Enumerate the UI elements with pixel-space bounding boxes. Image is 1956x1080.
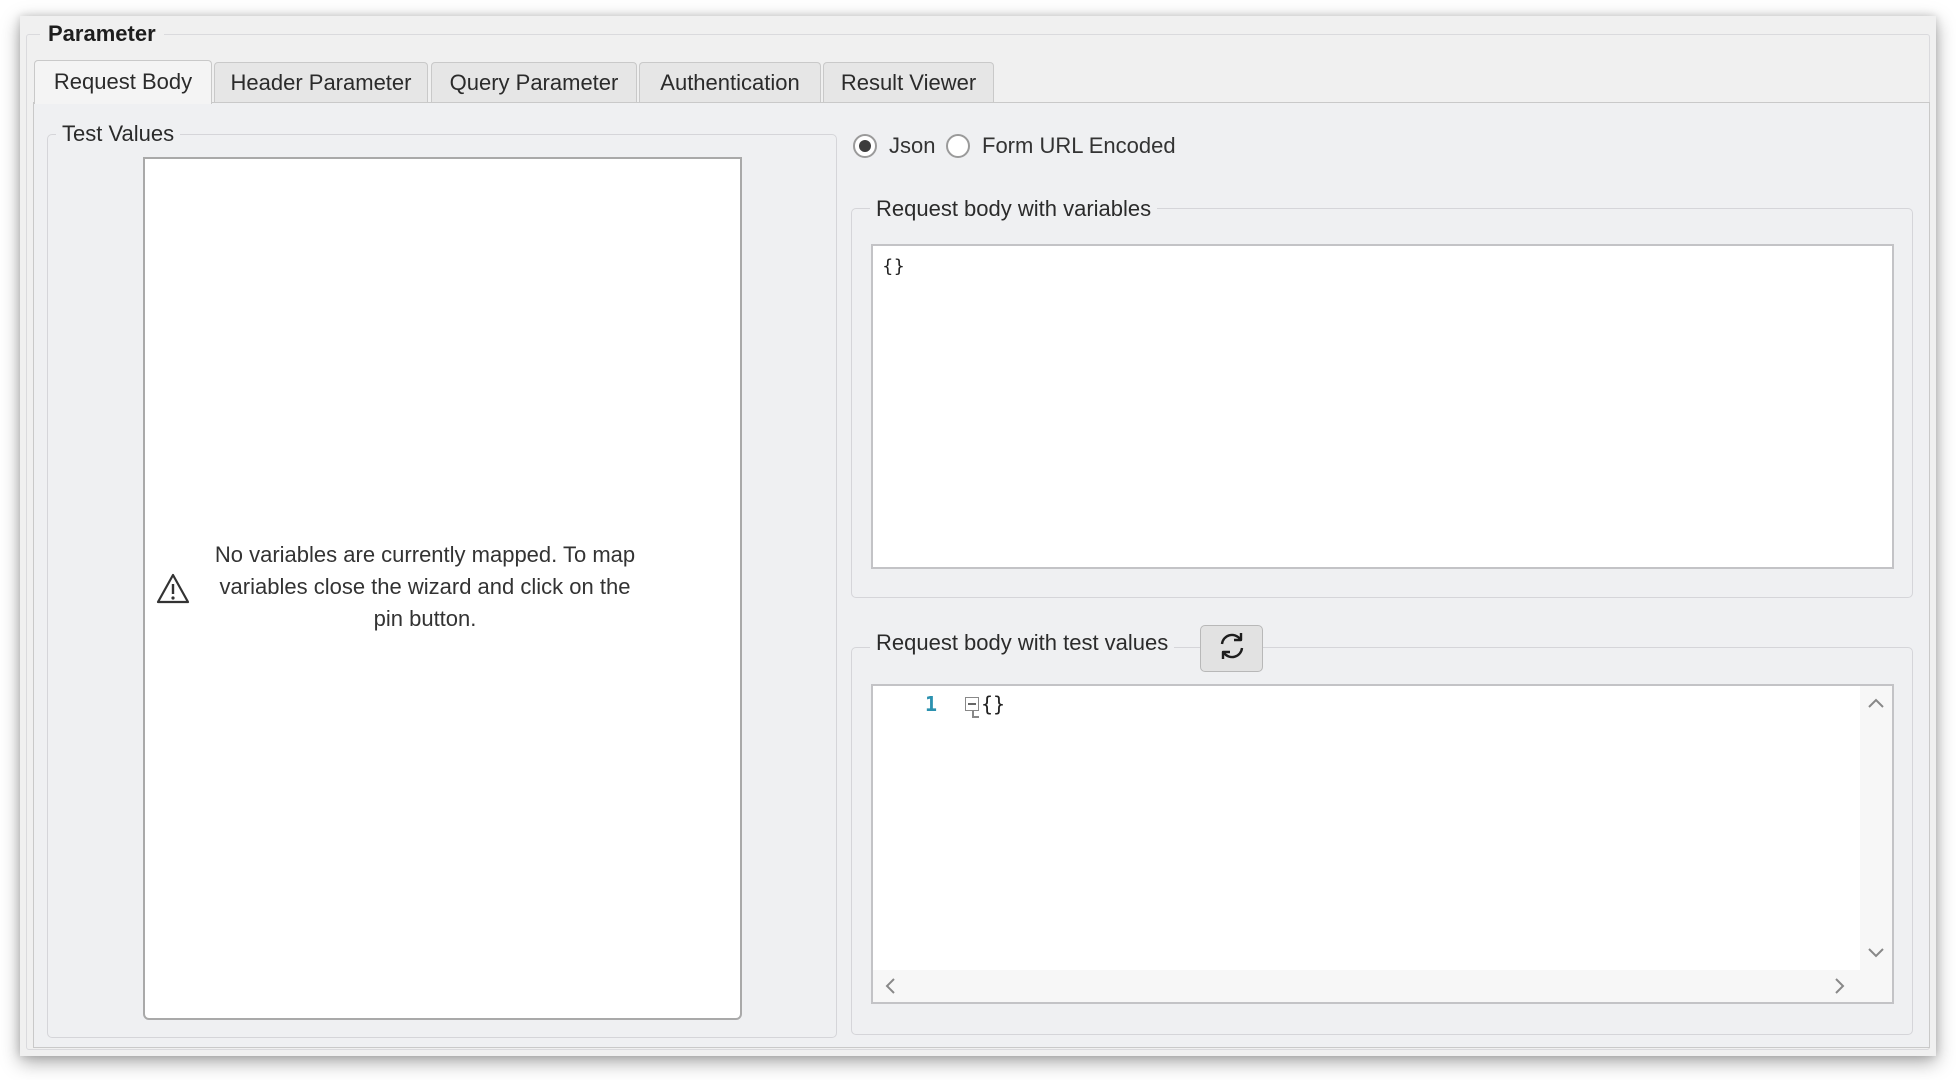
scroll-right-icon[interactable]: [1833, 976, 1847, 1000]
json-radio-label[interactable]: Json: [889, 133, 935, 159]
tab-request-body[interactable]: Request Body: [34, 60, 212, 104]
request-body-variables-editor[interactable]: {}: [871, 244, 1894, 569]
refresh-icon: [1215, 629, 1249, 668]
request-body-variables-text: {}: [882, 256, 905, 277]
tab-authentication[interactable]: Authentication: [639, 62, 821, 103]
request-body-test-values-text: {}: [981, 692, 1006, 716]
form-url-encoded-radio-label[interactable]: Form URL Encoded: [982, 133, 1176, 159]
vertical-scrollbar[interactable]: [1860, 686, 1892, 970]
fold-toggle-icon[interactable]: [965, 697, 979, 718]
tab-query-parameter[interactable]: Query Parameter: [431, 62, 637, 103]
message-line: No variables are currently mapped. To ma…: [214, 542, 636, 567]
refresh-button[interactable]: [1200, 625, 1263, 672]
scroll-left-icon[interactable]: [883, 976, 897, 1000]
no-variables-message: No variables are currently mapped. To ma…: [205, 539, 645, 635]
warning-icon: [155, 572, 191, 606]
scroll-up-icon[interactable]: [1866, 694, 1886, 714]
test-values-title: Test Values: [56, 121, 181, 147]
horizontal-scrollbar[interactable]: [873, 970, 1892, 1002]
parameter-group-title: Parameter: [40, 21, 164, 47]
tab-header-parameter[interactable]: Header Parameter: [214, 62, 428, 103]
request-body-test-values-editor[interactable]: 1 {}: [871, 684, 1894, 1004]
message-line: pin button.: [373, 606, 477, 631]
json-radio[interactable]: [853, 134, 877, 158]
form-url-encoded-radio[interactable]: [946, 134, 970, 158]
tab-result-viewer[interactable]: Result Viewer: [823, 62, 994, 103]
line-number: 1: [925, 692, 938, 716]
test-values-list[interactable]: No variables are currently mapped. To ma…: [143, 157, 742, 1020]
request-body-variables-title: Request body with variables: [870, 196, 1158, 222]
request-body-test-values-title: Request body with test values: [870, 630, 1175, 656]
scroll-down-icon[interactable]: [1866, 944, 1886, 964]
message-line: variables close the wizard and click on …: [219, 574, 631, 599]
